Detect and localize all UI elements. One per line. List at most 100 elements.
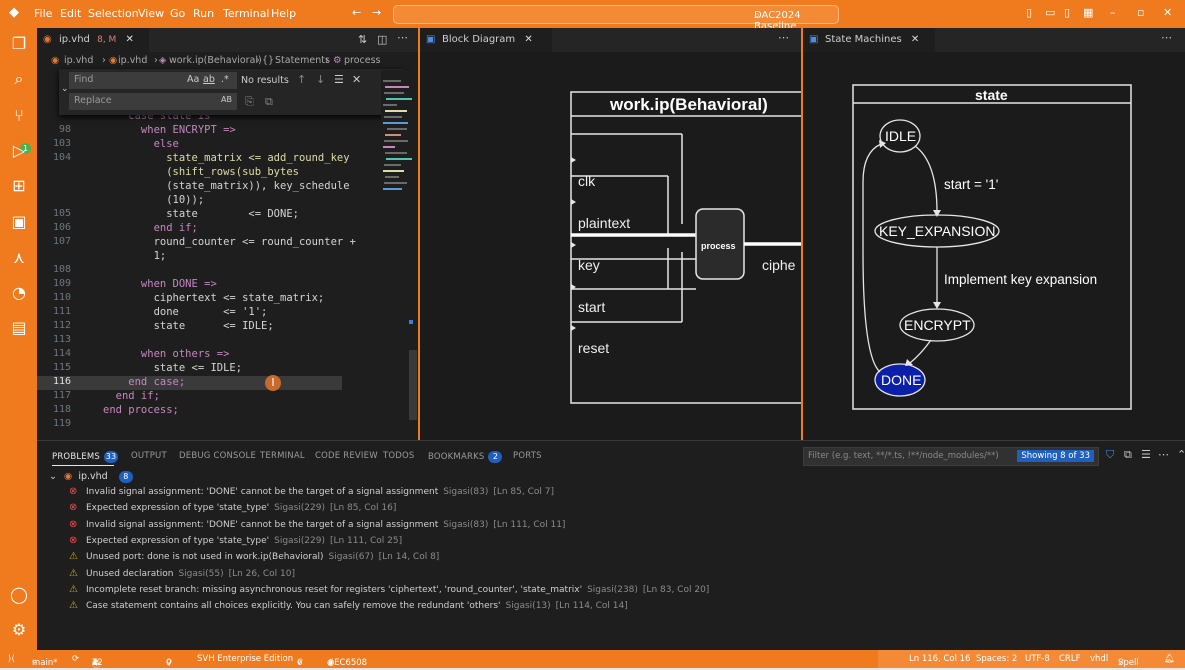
customize-layout-icon[interactable]: ▦ — [1083, 6, 1093, 19]
more-actions-icon[interactable]: ⋯ — [778, 31, 789, 44]
menu-edit[interactable]: Edit — [60, 7, 81, 20]
replace-icon[interactable]: ⎘ — [245, 95, 254, 109]
view-as-list-icon[interactable]: ☰ — [1141, 448, 1151, 461]
panel-tab-terminal[interactable]: TERMINAL — [260, 451, 305, 461]
tab-block-diagram[interactable]: ▣ Block Diagram ✕ — [420, 28, 552, 52]
settings-gear-icon[interactable]: ⚙ — [9, 620, 29, 640]
layout-secondary-icon[interactable]: ▯ — [1064, 6, 1070, 19]
notifications-bell-icon[interactable]: 🔔︎ — [1164, 654, 1175, 664]
problem-item[interactable]: ⚠ Incomplete reset branch: missing asynch… — [69, 584, 709, 595]
panel-tab-todos[interactable]: TODOS — [383, 451, 415, 461]
problem-item[interactable]: ⚠ Unused declaration Sigasi(55) [Ln 26, Col… — [69, 568, 295, 579]
run-debug-icon[interactable]: ▷ — [9, 141, 29, 161]
menu-terminal[interactable]: Terminal — [223, 7, 270, 20]
whole-word-icon[interactable]: ab — [203, 74, 215, 85]
chat-icon[interactable]: ◔ — [9, 283, 29, 303]
replace-input[interactable]: Replace AB — [69, 93, 237, 110]
minimize-icon[interactable]: – — [1110, 6, 1116, 19]
problem-item[interactable]: ⊗ Expected expression of type 'state_type… — [69, 502, 396, 513]
language-status[interactable]: vhdl — [1090, 654, 1108, 664]
more-actions-icon[interactable]: ⋯ — [1161, 31, 1172, 44]
problem-item[interactable]: ⚠ Unused port: done is not used in work.i… — [69, 551, 440, 563]
layout-panel-icon[interactable]: ▭ — [1045, 6, 1055, 19]
previous-match-icon[interactable]: ↑ — [297, 73, 306, 86]
filter-icon[interactable]: ⛉ — [1106, 448, 1114, 462]
account-icon[interactable]: ◯ — [9, 585, 29, 605]
problem-item[interactable]: ⊗ Expected expression of type 'state_type… — [69, 535, 402, 546]
panel-tab-output[interactable]: OUTPUT — [131, 451, 167, 461]
breadcrumb-item-file[interactable]: ip.vhd — [64, 55, 93, 66]
text-cursor-indicator: I — [265, 375, 281, 391]
back-arrow-icon[interactable]: ← — [352, 6, 361, 19]
restore-icon[interactable]: ▫ — [1137, 6, 1144, 19]
minimap-line — [383, 122, 408, 124]
sync-icon[interactable]: ⟳ — [72, 654, 79, 664]
edition-status[interactable]: SVH Enterprise Edition — [197, 654, 293, 664]
scroll-slider[interactable] — [409, 350, 417, 420]
menu-file[interactable]: File — [34, 7, 52, 20]
maximize-panel-icon[interactable]: ⌃ — [1177, 448, 1185, 461]
indentation-status[interactable]: Spaces: 2 — [976, 654, 1017, 664]
panel-tab-debug-console[interactable]: DEBUG CONSOLE — [179, 451, 256, 461]
menu-view[interactable]: View — [138, 7, 164, 20]
cursor-position[interactable]: Ln 116, Col 16 — [909, 654, 970, 664]
panel-tab-problems[interactable]: PROBLEMS 33 — [52, 451, 118, 463]
menu-selection[interactable]: Selection — [88, 7, 139, 20]
replace-all-icon[interactable]: ⧉ — [265, 95, 273, 109]
close-window-icon[interactable]: ✕ — [1163, 6, 1172, 19]
explorer-icon[interactable]: ❐ — [9, 34, 29, 54]
breadcrumb-item-statements[interactable]: Statements — [275, 55, 330, 66]
problem-message: Incomplete reset branch: missing asynchr… — [86, 584, 583, 595]
forward-arrow-icon[interactable]: → — [372, 6, 381, 19]
state-machine-canvas[interactable]: state IDLE KEY_EXPANSION ENCRYPT DONE st… — [803, 52, 1185, 440]
breadcrumb-item-process[interactable]: process — [344, 55, 381, 66]
search-icon[interactable]: ⌕ — [9, 69, 29, 89]
problem-item[interactable]: ⊗ Invalid signal assignment: 'DONE' canno… — [69, 486, 554, 497]
graph-icon[interactable]: ⋏ — [9, 248, 29, 268]
problem-item[interactable]: ⊗ Invalid signal assignment: 'DONE' canno… — [69, 519, 565, 530]
breadcrumb-item-architecture[interactable]: work.ip(Behavioral) — [169, 55, 262, 66]
block-diagram-canvas[interactable]: work.ip(Behavioral) clk plaintext key st… — [420, 52, 812, 440]
remote-explorer-icon[interactable]: ▣ — [9, 212, 29, 232]
problem-location: [Ln 14, Col 8] — [378, 552, 440, 563]
menu-run[interactable]: Run — [193, 7, 214, 20]
eol-status[interactable]: CRLF — [1059, 654, 1080, 664]
command-center-search[interactable]: ⌕ DAC2024 Baseline — [393, 5, 839, 32]
close-tab-icon[interactable]: ✕ — [524, 34, 532, 45]
problem-item[interactable]: ⚠ Case statement contains all choices exp… — [69, 600, 628, 611]
problems-filter-input[interactable]: Filter (e.g. text, **/*.ts, !**/node_mod… — [803, 447, 1099, 466]
open-changes-icon[interactable]: ⇅ — [358, 33, 367, 46]
breadcrumb-item-file2[interactable]: ip.vhd — [118, 55, 147, 66]
match-case-icon[interactable]: Aa — [187, 74, 199, 85]
panel-tab-ports[interactable]: PORTS — [513, 451, 542, 461]
menu-go[interactable]: Go — [170, 7, 185, 20]
extensions-icon[interactable]: ⊞ — [9, 176, 29, 196]
menu-help[interactable]: Help — [271, 7, 296, 20]
split-editor-icon[interactable]: ◫ — [377, 33, 387, 46]
problem-message: Unused declaration — [86, 568, 174, 579]
panel-tab-code-review[interactable]: CODE REVIEW — [315, 451, 378, 461]
toggle-replace-chevron-icon[interactable]: ⌄ — [61, 84, 69, 94]
find-input[interactable]: Find Aa ab .* — [69, 72, 237, 89]
close-tab-icon[interactable]: ✕ — [126, 34, 134, 45]
remote-indicator-icon[interactable]: ⟩⟨ — [8, 654, 15, 664]
tab-state-machines[interactable]: ▣ State Machines ✕ — [803, 28, 935, 52]
problem-message: Unused port: done is not used in work.ip… — [86, 552, 324, 563]
more-actions-icon[interactable]: ⋯ — [1158, 448, 1169, 461]
panel-tab-bookmarks[interactable]: BOOKMARKS 2 — [428, 451, 503, 463]
next-match-icon[interactable]: ↓ — [316, 73, 325, 86]
folder-icon[interactable]: ▤ — [9, 318, 29, 338]
encoding-status[interactable]: UTF-8 — [1025, 654, 1050, 664]
copy-icon[interactable]: ⧉ — [1124, 448, 1132, 462]
source-control-icon[interactable]: ⑂ — [9, 106, 29, 126]
close-tab-icon[interactable]: ✕ — [911, 34, 919, 45]
layout-sidebar-icon[interactable]: ▯ — [1026, 6, 1032, 19]
close-find-icon[interactable]: ✕ — [352, 73, 361, 86]
more-actions-icon[interactable]: ⋯ — [397, 31, 408, 44]
tab-ip-vhd[interactable]: ◉ ip.vhd 8, M ✕ — [37, 28, 149, 52]
preserve-case-icon[interactable]: AB — [221, 95, 232, 104]
regex-icon[interactable]: .* — [221, 74, 229, 85]
minimap[interactable] — [381, 70, 417, 440]
problems-file-row[interactable]: ⌄ ◉ ip.vhd 8 — [49, 471, 133, 485]
find-in-selection-icon[interactable]: ☰ — [334, 73, 344, 86]
